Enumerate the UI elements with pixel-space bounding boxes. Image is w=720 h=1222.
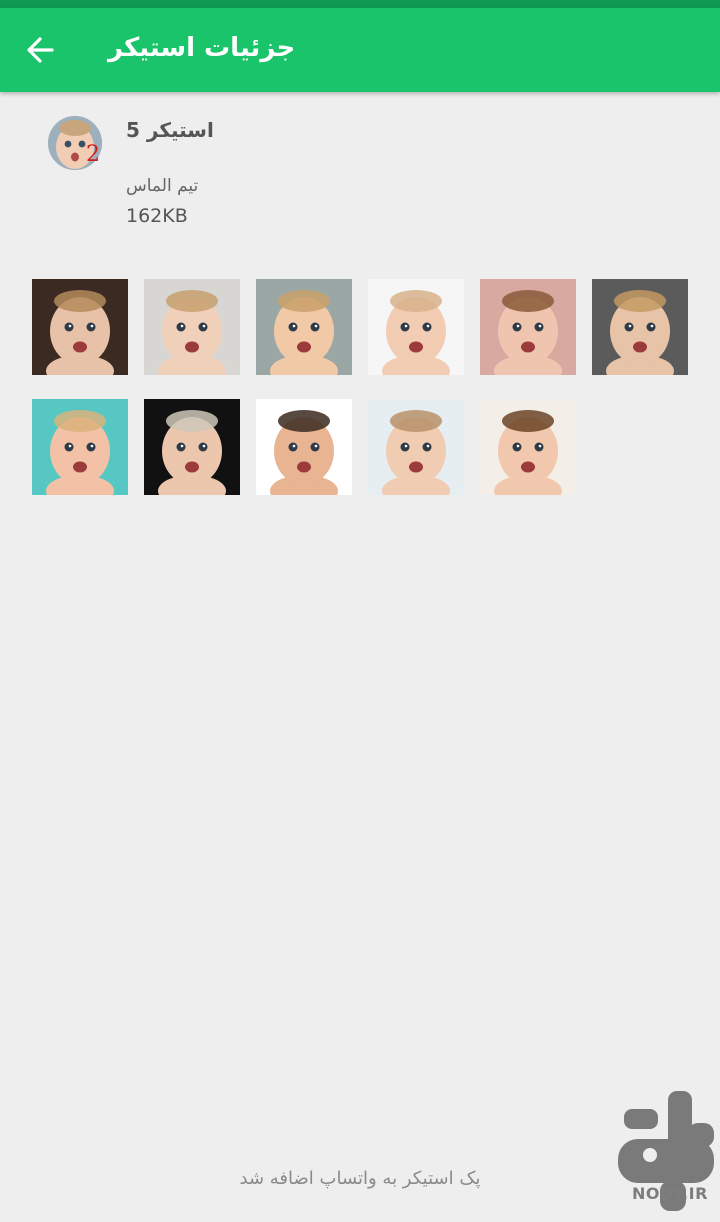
sticker-thumbnail[interactable]: [144, 279, 240, 375]
baby-photo-icon: [480, 279, 576, 375]
pack-size: 162KB: [126, 205, 188, 227]
sticker-thumbnail[interactable]: [368, 279, 464, 375]
baby-photo-icon: [592, 279, 688, 375]
baby-photo-icon: [144, 399, 240, 495]
baby-photo-icon: [144, 279, 240, 375]
arrow-left-icon: [27, 37, 54, 63]
sticker-thumbnail[interactable]: [256, 399, 352, 495]
pack-icon-badge: 2: [86, 142, 100, 167]
sticker-thumbnail[interactable]: [144, 399, 240, 495]
baby-photo-icon: [368, 399, 464, 495]
pack-name: استیکر 5: [126, 118, 214, 142]
sticker-thumbnail[interactable]: [32, 279, 128, 375]
page-title: جزئیات استیکر: [108, 33, 296, 63]
sticker-thumbnail[interactable]: [32, 399, 128, 495]
sticker-thumbnail[interactable]: [592, 279, 688, 375]
watermark-text: NODY.IR: [632, 1184, 708, 1203]
sticker-thumbnail[interactable]: [368, 399, 464, 495]
sticker-thumbnail[interactable]: [480, 399, 576, 495]
baby-photo-icon: [32, 399, 128, 495]
baby-photo-icon: [256, 279, 352, 375]
sticker-thumbnail[interactable]: [480, 279, 576, 375]
baby-photo-icon: [368, 279, 464, 375]
status-bar: [0, 0, 720, 8]
baby-photo-icon: [32, 279, 128, 375]
baby-photo-icon: [480, 399, 576, 495]
app-bar: جزئیات استیکر: [0, 8, 720, 92]
back-button[interactable]: [22, 32, 62, 68]
sticker-thumbnail[interactable]: [256, 279, 352, 375]
pack-publisher: تیم الماس: [126, 176, 199, 196]
baby-photo-icon: [256, 399, 352, 495]
